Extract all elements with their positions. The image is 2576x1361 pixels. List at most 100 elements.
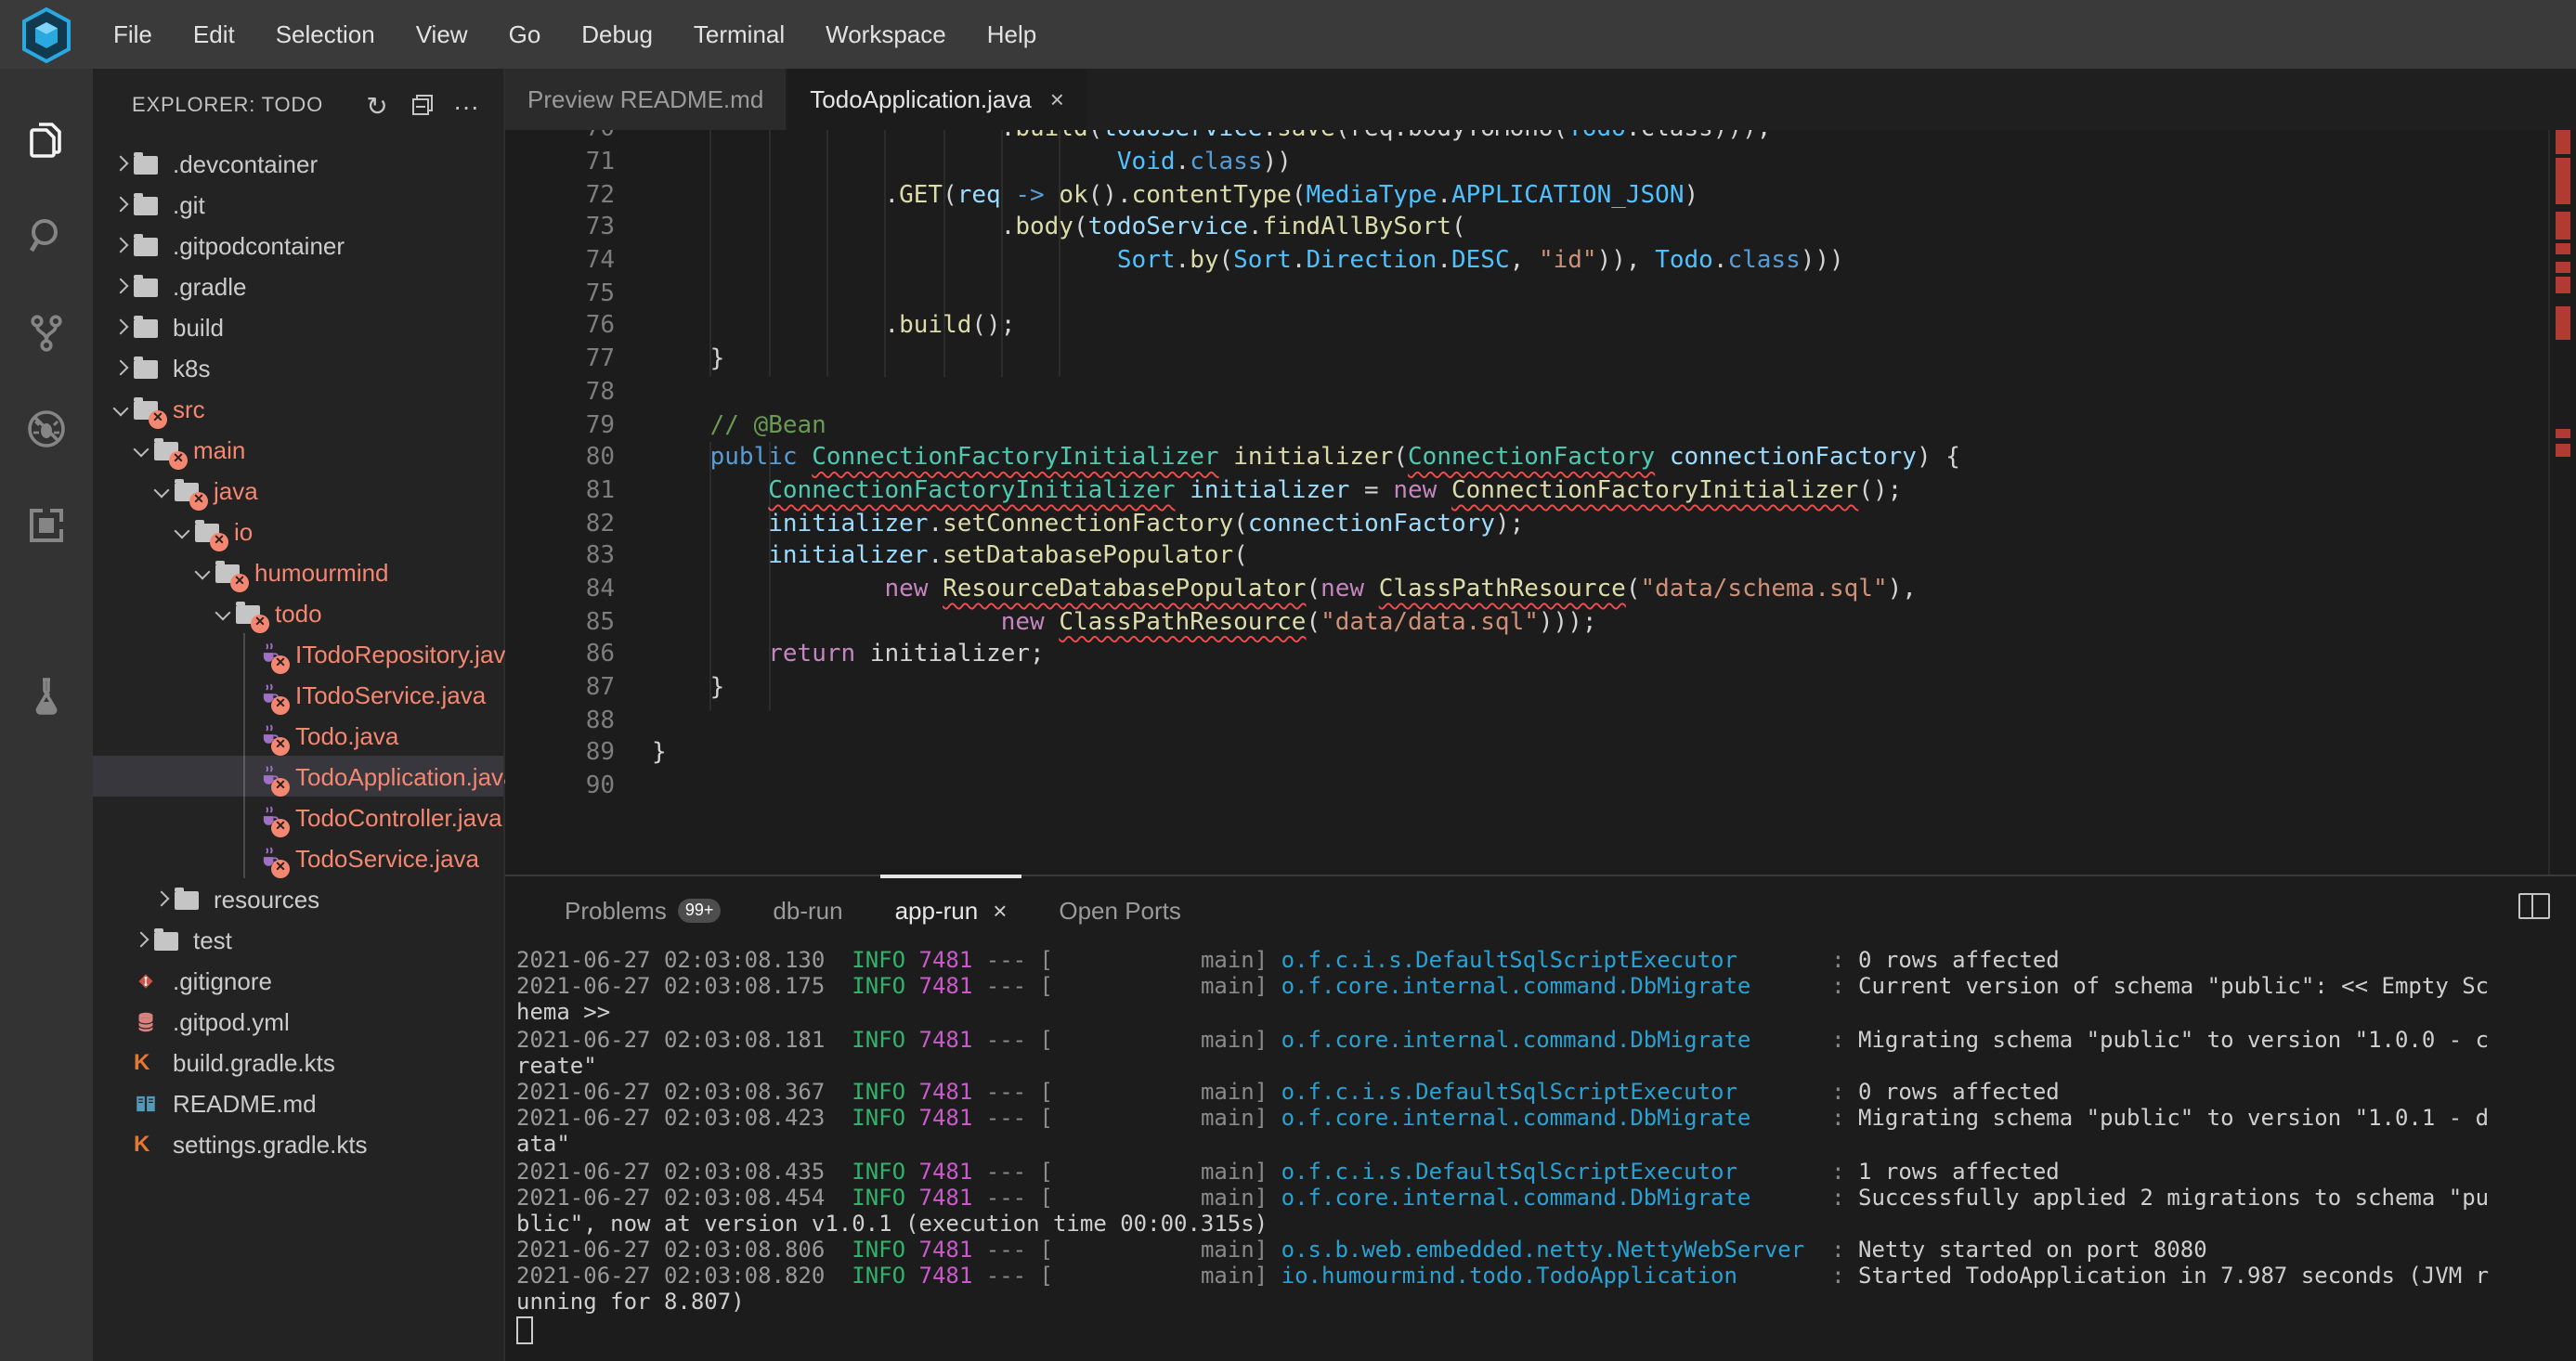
code-line-80[interactable]: 80 public ConnectionFactoryInitializer i… [505, 442, 2550, 474]
panel-tab-db-run[interactable]: db-run [747, 876, 868, 943]
tree-item-label: TodoService.java [295, 844, 479, 872]
menu-item-edit[interactable]: Edit [173, 20, 255, 48]
tree-item--gitignore[interactable]: .gitignore [93, 960, 503, 1001]
tree-item-build[interactable]: build [93, 306, 503, 347]
tree-item-label: .devcontainer [173, 149, 318, 177]
tree-item--git[interactable]: .git [93, 184, 503, 225]
menu-item-selection[interactable]: Selection [255, 20, 396, 48]
code-line-89[interactable]: 89} [505, 738, 2550, 771]
refresh-icon[interactable]: ↻ [355, 90, 399, 122]
tree-item-todoapplication-java[interactable]: ✕TodoApplication.java [93, 756, 503, 797]
collapse-all-icon[interactable] [399, 91, 444, 121]
code-line-79[interactable]: 79 // @Bean [505, 409, 2550, 442]
code-line-clipped[interactable]: 70 .build(todoService.save(req.bodyToMon… [505, 130, 2550, 147]
terminal-row: blic", now at version v1.0.1 (execution … [516, 1211, 2572, 1237]
code-line-77[interactable]: 77 } [505, 343, 2550, 376]
menu-item-terminal[interactable]: Terminal [673, 20, 805, 48]
tree-item-build-gradle-kts[interactable]: Kbuild.gradle.kts [93, 1042, 503, 1082]
indent-guide [826, 130, 828, 377]
code-line-87[interactable]: 87 } [505, 672, 2550, 705]
code-line-75[interactable]: 75 [505, 279, 2550, 311]
code-line-90[interactable]: 90 [505, 771, 2550, 803]
tree-item-readme-md[interactable]: README.md [93, 1082, 503, 1123]
tree-item-todoservice-java[interactable]: ✕ TodoService.java [93, 837, 503, 878]
menu-item-file[interactable]: File [93, 20, 173, 48]
tree-item--gradle[interactable]: .gradle [93, 266, 503, 306]
tree-item-io[interactable]: ✕io [93, 511, 503, 551]
tree-item-label: java [214, 476, 258, 504]
menu-item-go[interactable]: Go [488, 20, 562, 48]
indent-guide [943, 130, 944, 377]
error-badge: ✕ [230, 574, 249, 592]
tree-item-label: README.md [173, 1089, 317, 1117]
code-line-81[interactable]: 81 ConnectionFactoryInitializer initiali… [505, 475, 2550, 508]
tree-item-test[interactable]: test [93, 919, 503, 960]
tree-item-java[interactable]: ✕java [93, 470, 503, 511]
tree-item--gitpodcontainer[interactable]: .gitpodcontainer [93, 225, 503, 266]
tree-item-todo[interactable]: ✕todo [93, 592, 503, 633]
more-actions-icon[interactable]: ··· [444, 91, 488, 121]
code-line-84[interactable]: 84 new ResourceDatabasePopulator(new Cla… [505, 574, 2550, 606]
code-line-73[interactable]: 73 .body(todoService.findAllBySort( [505, 213, 2550, 245]
search-icon[interactable] [0, 188, 93, 284]
panel-tab-open-ports[interactable]: Open Ports [1033, 876, 1207, 943]
tree-item-main[interactable]: ✕main [93, 429, 503, 470]
app-logo-icon[interactable] [0, 0, 93, 69]
line-number: 76 [505, 311, 615, 343]
code-line-76[interactable]: 76 .build(); [505, 311, 2550, 343]
indent-guide [1059, 130, 1060, 377]
tree-item-label: resources [214, 885, 319, 913]
code-line-82[interactable]: 82 initializer.setConnectionFactory(conn… [505, 508, 2550, 540]
tree-item-label: ITodoRepository.java [295, 640, 519, 668]
menu-item-view[interactable]: View [396, 20, 488, 48]
close-icon[interactable]: × [1050, 85, 1064, 113]
code-line-88[interactable]: 88 [505, 705, 2550, 737]
test-flask-icon[interactable] [0, 648, 93, 745]
close-icon[interactable]: × [993, 896, 1007, 924]
tree-item--gitpod-yml[interactable]: .gitpod.yml [93, 1001, 503, 1042]
source-control-icon[interactable] [0, 284, 93, 381]
code-line-74[interactable]: 74 Sort.by(Sort.Direction.DESC, "id")), … [505, 245, 2550, 278]
line-number: 75 [505, 279, 615, 311]
menu-item-workspace[interactable]: Workspace [805, 20, 967, 48]
code-line-78[interactable]: 78 [505, 377, 2550, 409]
panel-tab-problems[interactable]: Problems99+ [539, 876, 747, 943]
folder-icon: ✕ [215, 559, 247, 585]
error-badge: ✕ [271, 860, 290, 878]
code-editor[interactable]: 70 .build(todoService.save(req.bodyToMon… [505, 130, 2576, 875]
book-file-icon [134, 1090, 165, 1116]
overview-ruler[interactable] [2548, 130, 2576, 875]
code-line-72[interactable]: 72 .GET(req -> ok().contentType(MediaTyp… [505, 179, 2550, 212]
line-number: 87 [505, 672, 615, 705]
panel-tab-app-run[interactable]: app-run× [869, 876, 1034, 943]
terminal-output[interactable]: 2021-06-27 02:03:08.130 INFO 7481 --- [ … [516, 947, 2572, 1361]
tree-item-todocontroller-java[interactable]: ✕TodoController.java [93, 797, 503, 837]
tree-item-humourmind[interactable]: ✕humourmind [93, 551, 503, 592]
code-line-85[interactable]: 85 new ClassPathResource("data/data.sql"… [505, 606, 2550, 639]
editor-tab-preview-readme-md[interactable]: Preview README.md [505, 69, 786, 130]
tree-item-resources[interactable]: resources [93, 878, 503, 919]
tree-item-k8s[interactable]: k8s [93, 347, 503, 388]
tree-item-settings-gradle-kts[interactable]: Ksettings.gradle.kts [93, 1123, 503, 1164]
code-line-86[interactable]: 86 return initializer; [505, 640, 2550, 672]
indent-guide [768, 442, 770, 711]
menu-item-debug[interactable]: Debug [561, 20, 673, 48]
problems-count-badge: 99+ [678, 898, 722, 922]
split-panel-icon[interactable] [2518, 893, 2550, 919]
debug-icon[interactable] [0, 381, 93, 477]
plugins-icon[interactable] [0, 477, 93, 574]
tree-item-todo-java[interactable]: ✕Todo.java [93, 715, 503, 756]
code-line-71[interactable]: 71 Void.class)) [505, 147, 2550, 179]
tree-item-src[interactable]: ✕src [93, 388, 503, 429]
tree-item-itodoservice-java[interactable]: ✕ITodoService.java [93, 674, 503, 715]
error-badge: ✕ [271, 696, 290, 715]
tree-item-label: .gitpod.yml [173, 1007, 290, 1035]
code-line-83[interactable]: 83 initializer.setDatabasePopulator( [505, 541, 2550, 574]
folder-icon: ✕ [154, 436, 186, 462]
tree-item-itodorepository-java[interactable]: ✕ITodoRepository.java [93, 633, 503, 674]
menu-item-help[interactable]: Help [967, 20, 1058, 48]
files-icon[interactable] [0, 91, 93, 188]
editor-tab-todoapplication-java[interactable]: TodoApplication.java× [787, 69, 1086, 130]
tree-item--devcontainer[interactable]: .devcontainer [93, 143, 503, 184]
ide-window: FileEditSelectionViewGoDebugTerminalWork… [0, 0, 2576, 1361]
